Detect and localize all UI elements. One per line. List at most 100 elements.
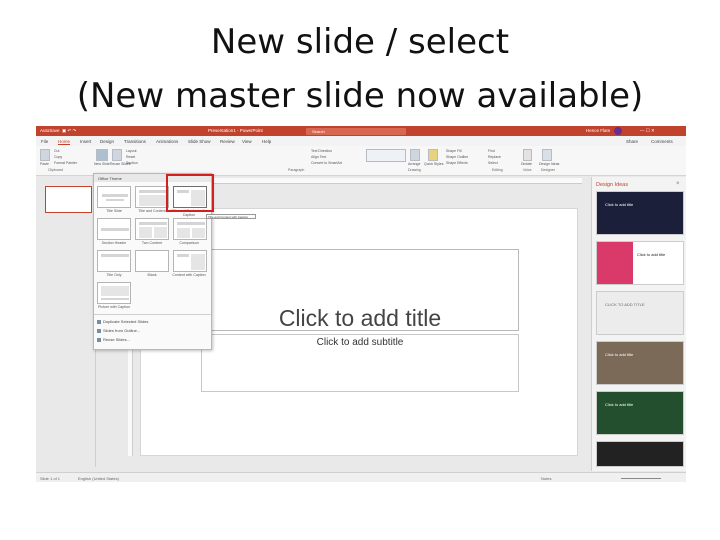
tab-transitions[interactable]: Transitions <box>124 139 146 144</box>
close-icon[interactable]: × <box>676 181 680 187</box>
avatar[interactable] <box>614 127 622 135</box>
shape-outline-button[interactable]: Shape Outline <box>446 155 468 159</box>
heading-line-1: New slide / select <box>210 22 510 62</box>
layout-label-content-with-caption: Content with Caption <box>172 273 206 277</box>
format-painter-button[interactable]: Format Painter <box>54 161 77 165</box>
align-text-button[interactable]: Align Text <box>311 155 326 159</box>
tab-insert[interactable]: Insert <box>80 139 91 144</box>
design-idea-text: Click to add title <box>605 352 634 357</box>
group-drawing: Drawing <box>408 168 421 172</box>
new-slide-icon[interactable] <box>96 149 108 161</box>
slide-thumbnail-pane <box>36 177 96 467</box>
subtitle-placeholder-text[interactable]: Click to add subtitle <box>202 337 518 348</box>
design-idea-text: Click to add title <box>637 252 666 257</box>
slide-count: Slide 1 of 1 <box>40 476 61 481</box>
design-idea-5[interactable]: Click to add title <box>596 391 684 435</box>
find-button[interactable]: Find <box>488 149 495 153</box>
replace-button[interactable]: Replace <box>488 155 501 159</box>
title-placeholder-text[interactable]: Click to add title <box>202 305 518 332</box>
design-idea-4[interactable]: Click to add title <box>596 341 684 385</box>
shape-fill-button[interactable]: Shape Fill <box>446 149 462 153</box>
reuse-slides-icon[interactable] <box>112 149 122 161</box>
dropdown-divider <box>94 314 211 315</box>
design-idea-2[interactable]: Click to add title <box>596 241 684 285</box>
layout-label-title-only: Title Only <box>106 273 122 277</box>
microphone-icon[interactable] <box>523 149 532 161</box>
save-icon[interactable]: ▣ ↶ ↷ <box>62 128 76 134</box>
new-slide-button[interactable]: New Slide <box>94 162 110 166</box>
group-editing: Editing <box>492 168 503 172</box>
tab-review[interactable]: Review <box>220 139 235 144</box>
design-idea-1[interactable]: Click to add title <box>596 191 684 235</box>
search-box[interactable]: Search <box>306 127 406 135</box>
tab-file[interactable]: File <box>41 139 48 144</box>
layout-label-two-content: Two Content <box>141 241 163 245</box>
tab-slide-show[interactable]: Slide Show <box>188 139 211 144</box>
language-status[interactable]: English (United States) <box>78 476 119 481</box>
autosave-toggle[interactable]: AutoSave <box>40 128 60 133</box>
quick-styles-icon[interactable] <box>428 149 438 161</box>
user-name[interactable]: Hence Flam <box>586 128 610 133</box>
design-ideas-pane: Design Ideas × Click to add title Click t… <box>591 177 686 471</box>
tab-view[interactable]: View <box>242 139 252 144</box>
convert-smartart-button[interactable]: Convert to SmartArt <box>311 161 342 165</box>
slide-thumbnail-1[interactable] <box>45 186 92 213</box>
layout-title-slide[interactable] <box>97 186 131 208</box>
layout-title-only[interactable] <box>97 250 131 272</box>
subtitle-placeholder[interactable]: Click to add subtitle <box>201 334 519 392</box>
slides-from-outline-item[interactable]: Slides from Outline... <box>97 328 140 333</box>
window-controls-icon[interactable]: — ☐ ✕ <box>640 128 655 134</box>
select-button[interactable]: Select <box>488 161 498 165</box>
design-idea-6[interactable] <box>596 441 684 467</box>
share-button[interactable]: Share <box>626 139 638 144</box>
text-direction-button[interactable]: Text Direction <box>311 149 332 153</box>
notes-button[interactable]: Notes <box>541 476 551 481</box>
layout-label-picture-with-caption: Picture with Caption <box>98 305 130 309</box>
layout-picture-with-caption[interactable] <box>97 282 131 304</box>
layout-title-and-content[interactable] <box>135 186 169 208</box>
zoom-slider[interactable] <box>621 477 661 479</box>
search-input[interactable]: Search <box>312 129 325 134</box>
design-idea-text: Click to add title <box>605 402 634 407</box>
powerpoint-screenshot: AutoSave ▣ ↶ ↷ Presentation1 - PowerPoin… <box>36 126 686 482</box>
layout-comparison[interactable] <box>173 218 207 240</box>
duplicate-slides-label: Duplicate Selected Slides <box>103 319 149 324</box>
title-bar: AutoSave ▣ ↶ ↷ Presentation1 - PowerPoin… <box>36 126 686 136</box>
dictate-button[interactable]: Dictate <box>521 162 532 166</box>
shapes-gallery[interactable] <box>366 149 406 162</box>
design-ideas-button[interactable]: Design Ideas <box>539 162 559 166</box>
reset-button[interactable]: Reset <box>126 155 135 159</box>
design-idea-3[interactable]: CLICK TO ADD TITLE <box>596 291 684 335</box>
title-placeholder[interactable]: Click to add title <box>201 249 519 331</box>
group-designer: Designer <box>541 168 556 172</box>
layout-section-header[interactable] <box>97 218 131 240</box>
group-clipboard: Clipboard <box>48 168 63 172</box>
duplicate-icon <box>97 319 101 324</box>
layout-content-with-caption[interactable] <box>173 250 207 272</box>
arrange-icon[interactable] <box>410 149 420 161</box>
paste-icon[interactable] <box>40 149 50 161</box>
duplicate-slides-item[interactable]: Duplicate Selected Slides <box>97 319 148 324</box>
group-voice: Voice <box>523 168 532 172</box>
reuse-slides-item[interactable]: Reuse Slides... <box>97 337 130 342</box>
paste-label[interactable]: Paste <box>40 162 49 166</box>
copy-button[interactable]: Copy <box>54 155 62 159</box>
section-button[interactable]: Section <box>126 161 138 165</box>
arrange-button[interactable]: Arrange <box>408 162 420 166</box>
tab-help[interactable]: Help <box>262 139 271 144</box>
design-ideas-icon[interactable] <box>542 149 552 161</box>
layout-tooltip: Title and Content with Caption <box>206 214 256 219</box>
tab-design[interactable]: Design <box>100 139 114 144</box>
layout-two-content[interactable] <box>135 218 169 240</box>
comments-button[interactable]: Comments <box>651 139 673 144</box>
cut-button[interactable]: Cut <box>54 149 59 153</box>
shape-effects-button[interactable]: Shape Effects <box>446 161 468 165</box>
status-bar: Slide 1 of 1 English (United States) Not… <box>36 472 686 482</box>
layout-label-section-header: Section Header <box>101 241 127 245</box>
ribbon-tabs: File Home Insert Design Transitions Anim… <box>36 136 686 146</box>
quick-styles-button[interactable]: Quick Styles <box>424 162 443 166</box>
tab-animations[interactable]: Animations <box>156 139 178 144</box>
layout-button[interactable]: Layout <box>126 149 137 153</box>
layout-blank[interactable] <box>135 250 169 272</box>
tab-home[interactable]: Home <box>58 139 71 145</box>
